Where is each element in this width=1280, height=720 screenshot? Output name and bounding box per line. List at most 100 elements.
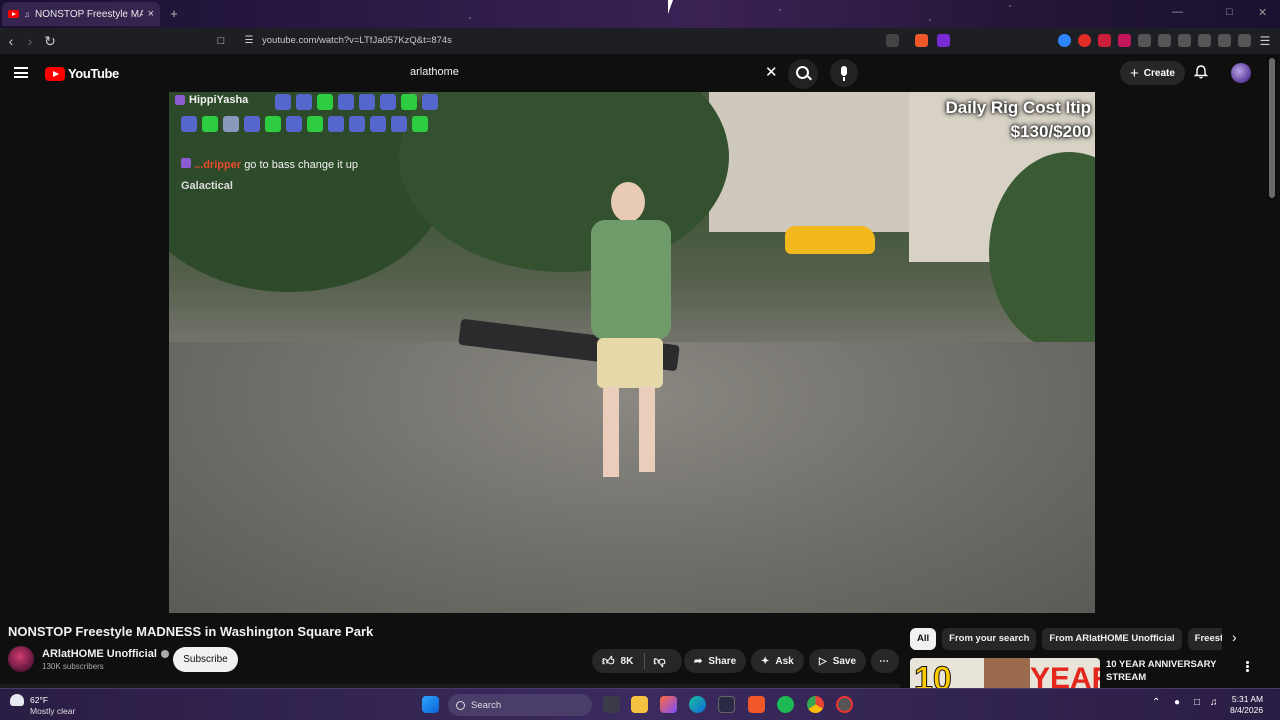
channel-name-text: ARlatHOME Unofficial	[42, 648, 157, 660]
obs-icon[interactable]	[836, 696, 853, 713]
tab-title: NONSTOP Freestyle MADNESS	[35, 8, 143, 20]
clear-search-icon[interactable]: ✕	[765, 63, 778, 81]
recommendation-menu-icon[interactable]	[1246, 661, 1249, 664]
site-info-icon[interactable]: ☰	[240, 32, 258, 50]
recommendation-title[interactable]: 10 YEAR ANNIVERSARY STREAM	[1106, 658, 1236, 684]
maximize-icon[interactable]: □	[1226, 6, 1233, 18]
sparkle-icon: ✦	[761, 655, 770, 667]
subscriber-count: 130K subscribers	[42, 662, 104, 671]
leo-ai-icon[interactable]	[1218, 34, 1231, 47]
page-scrollbar[interactable]	[1269, 58, 1275, 198]
chip-freestyle[interactable]: Freestyle	[1187, 628, 1222, 650]
chip-all[interactable]: All	[910, 628, 937, 650]
address-bar: ‹ › ↻ □ ☰ youtube.com/watch?v=LTfJa057Kz…	[0, 28, 1280, 54]
save-button[interactable]: ▷ Save	[809, 649, 867, 673]
extension-pink-icon[interactable]	[1118, 34, 1131, 47]
voice-search-button[interactable]	[830, 59, 858, 87]
brave-icon[interactable]	[748, 696, 765, 713]
chat-badge-icon	[181, 158, 191, 168]
file-explorer-icon[interactable]	[631, 696, 648, 713]
plus-icon: +	[1130, 64, 1139, 82]
chips-next-icon[interactable]: ›	[1232, 629, 1237, 645]
chrome-icon[interactable]	[807, 696, 824, 713]
recommendation-thumbnail[interactable]: 10 YEAR	[910, 658, 1100, 688]
extensions-puzzle-icon[interactable]	[1138, 34, 1151, 47]
cast-icon[interactable]	[886, 34, 899, 47]
forward-icon[interactable]: ›	[21, 32, 39, 50]
display-tray-icon[interactable]: □	[1194, 697, 1200, 708]
new-tab-button[interactable]: +	[166, 6, 182, 22]
browser-menu-icon[interactable]: ☰	[1256, 32, 1274, 50]
share-button[interactable]: ➦ Share	[684, 649, 747, 673]
account-avatar[interactable]	[1231, 63, 1251, 83]
subscribe-button[interactable]: Subscribe	[173, 647, 238, 672]
vpn-icon[interactable]	[1238, 34, 1251, 47]
more-actions-button[interactable]: ⋯	[871, 649, 899, 673]
ask-button[interactable]: ✦ Ask	[751, 649, 804, 673]
clock-time: 5:31 AM	[1231, 694, 1264, 704]
store-icon[interactable]	[718, 696, 735, 713]
thumbs-up-icon: 👍︎	[602, 653, 615, 668]
channel-name[interactable]: ARlatHOME Unofficial	[42, 648, 169, 660]
extension-blue-icon[interactable]	[1058, 34, 1071, 47]
more-horizontal-icon: ⋯	[879, 655, 889, 667]
ask-label: Ask	[775, 655, 794, 667]
create-button[interactable]: + Create	[1120, 61, 1185, 85]
thumbnail-face	[984, 658, 1030, 688]
microphone-tray-icon[interactable]: ●	[1174, 697, 1180, 708]
media-icon[interactable]	[1158, 34, 1171, 47]
url-text[interactable]: youtube.com/watch?v=LTfJa057KzQ&t=874s	[262, 35, 452, 46]
video-player[interactable]: HippiYasha ...dripper go to bass change …	[169, 92, 1095, 613]
browser-tab-bar: ♫ NONSTOP Freestyle MADNESS × + — □ ✕	[0, 0, 1280, 28]
search-button[interactable]	[788, 59, 818, 89]
youtube-favicon-icon	[8, 10, 19, 18]
youtube-logo-text: YouTube	[68, 66, 119, 81]
rig-cost-overlay: Daily Rig Cost Itip $130/$200	[946, 96, 1091, 144]
search-input[interactable]: arlathome	[410, 66, 459, 78]
channel-avatar[interactable]	[8, 646, 34, 672]
youtube-header: YouTube arlathome ✕ + Create	[0, 54, 1280, 92]
like-button[interactable]: 👍︎ 8K	[602, 654, 633, 669]
browser-tab[interactable]: ♫ NONSTOP Freestyle MADNESS ×	[2, 2, 160, 26]
menu-icon[interactable]	[14, 67, 28, 78]
rewards-icon[interactable]	[937, 34, 950, 47]
wallet-icon[interactable]	[1198, 34, 1211, 47]
extension-youtube-icon[interactable]	[1078, 34, 1091, 47]
task-view-icon[interactable]	[603, 696, 620, 713]
building	[709, 92, 909, 232]
copilot-icon[interactable]	[660, 696, 677, 713]
system-clock[interactable]: 5:31 AM 8/4/2026	[1230, 694, 1263, 716]
like-count: 8K	[620, 655, 634, 667]
verified-icon	[160, 650, 169, 658]
youtube-logo[interactable]: YouTube	[45, 66, 119, 81]
tray-overflow-icon[interactable]: ⌃	[1152, 697, 1160, 708]
windows-start-icon[interactable]	[422, 696, 439, 713]
dislike-button[interactable]: 👎︎	[653, 654, 665, 669]
taskbar-search[interactable]: Search	[448, 694, 592, 716]
sidebar-icon[interactable]	[1178, 34, 1191, 47]
chip-from-channel[interactable]: From ARlatHOME Unofficial	[1042, 628, 1182, 650]
reload-icon[interactable]: ↻	[41, 32, 59, 50]
tab-close-icon[interactable]: ×	[148, 8, 154, 20]
weather-temperature[interactable]: 62°F	[30, 695, 48, 705]
windows-taskbar: 62°F Mostly clear Search ⌃ ● □ ♫ 5:31 AM…	[0, 688, 1280, 720]
spotify-icon[interactable]	[777, 696, 794, 713]
save-label: Save	[832, 655, 857, 667]
bookmark-icon[interactable]: □	[212, 32, 230, 50]
performer	[569, 182, 689, 502]
taskbar-search-label: Search	[471, 699, 502, 711]
chat-username: Galactical	[181, 180, 233, 192]
minimize-icon[interactable]: —	[1172, 6, 1183, 18]
window-close-icon[interactable]: ✕	[1258, 6, 1267, 19]
share-icon: ➦	[694, 655, 703, 667]
volume-icon[interactable]: ♫	[1210, 697, 1218, 708]
chat-badge-icon	[175, 95, 185, 105]
extension-red-icon[interactable]	[1098, 34, 1111, 47]
brave-shield-icon[interactable]	[915, 34, 928, 47]
back-icon[interactable]: ‹	[2, 32, 20, 50]
notifications-bell-icon[interactable]	[1194, 65, 1208, 79]
weather-icon[interactable]	[10, 691, 25, 706]
weather-condition[interactable]: Mostly clear	[30, 706, 75, 716]
chip-from-your-search[interactable]: From your search	[942, 628, 1037, 650]
edge-icon[interactable]	[689, 696, 706, 713]
